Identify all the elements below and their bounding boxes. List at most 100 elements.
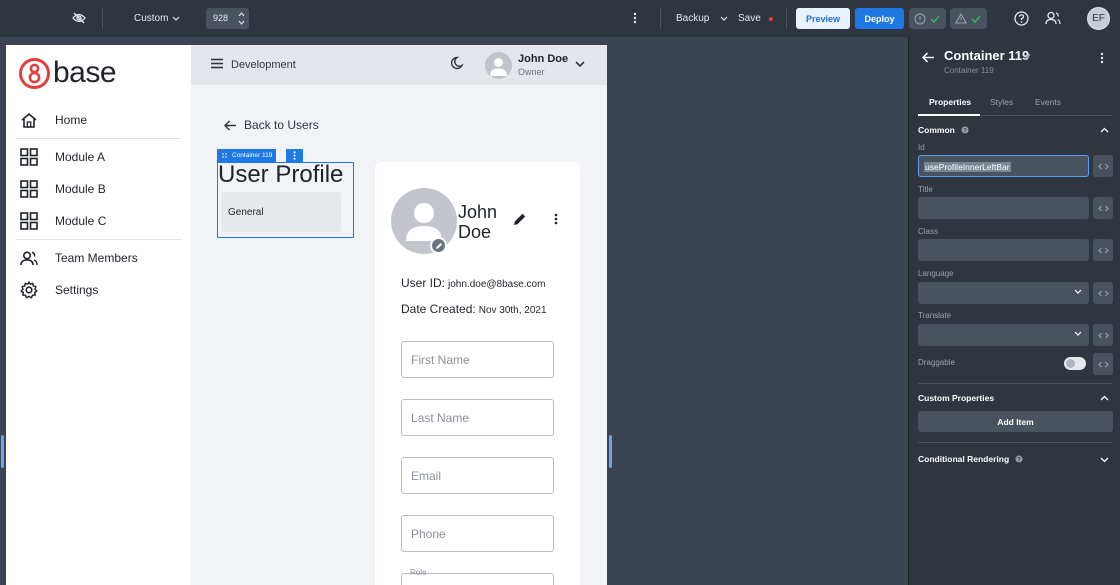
device-mode-label: Custom: [134, 13, 169, 24]
translate-select[interactable]: [918, 324, 1089, 346]
team-icon[interactable]: [1045, 11, 1061, 25]
canvas-resize-handle-right[interactable]: [609, 435, 612, 468]
panel-more-icon[interactable]: [1100, 52, 1104, 64]
first-name-field[interactable]: First Name: [401, 341, 554, 378]
code-binding-icon[interactable]: [1093, 155, 1113, 177]
header-user-role: Owner: [518, 67, 545, 77]
sidebar-item-label: Module C: [55, 214, 107, 228]
more-options-icon[interactable]: [554, 213, 558, 225]
sidebar-item-label: Home: [55, 113, 88, 127]
first-name-placeholder: First Name: [411, 353, 470, 367]
top-toolbar: Custom 928 Backup Save Preview Deploy EF: [0, 0, 1120, 37]
sidebar-item-home[interactable]: Home: [20, 108, 87, 132]
arrow-left-icon: [224, 120, 236, 130]
date-created-value: Nov 30th, 2021: [478, 305, 547, 316]
code-binding-icon[interactable]: [1093, 324, 1113, 346]
phone-field[interactable]: Phone: [401, 515, 554, 552]
info-icon: ?: [961, 126, 969, 134]
last-name-field[interactable]: Last Name: [401, 399, 554, 436]
tab-properties[interactable]: Properties: [929, 97, 971, 107]
svg-text:?: ?: [963, 128, 967, 134]
header-user-name: John Doe: [518, 53, 569, 65]
deploy-button[interactable]: Deploy: [855, 8, 904, 29]
back-to-users-link[interactable]: Back to Users: [224, 118, 319, 132]
logo-wordmark: base: [53, 56, 117, 89]
chevron-down-icon[interactable]: [575, 61, 585, 68]
role-label: Role: [410, 568, 427, 577]
sidebar-item-team-members[interactable]: Team Members: [20, 246, 138, 270]
hamburger-icon[interactable]: [210, 58, 224, 69]
general-tab[interactable]: General: [221, 192, 341, 232]
backup-label: Backup: [676, 13, 710, 24]
conditional-rendering-header[interactable]: Conditional Rendering ?: [918, 454, 1023, 464]
grid-icon: [20, 180, 38, 198]
sidebar-item-module-c[interactable]: Module C: [20, 209, 106, 233]
canvas-width-input[interactable]: 928: [206, 8, 249, 29]
language-select[interactable]: [918, 282, 1089, 304]
panel-divider: [918, 442, 1112, 443]
toolbar-divider: [660, 8, 661, 29]
backup-menu[interactable]: Backup: [676, 13, 728, 24]
code-binding-icon[interactable]: [1093, 353, 1113, 375]
email-field[interactable]: Email: [401, 457, 554, 494]
profile-last-name: Doe: [458, 222, 492, 242]
user-id-row: User ID: john.doe@8base.com: [401, 276, 545, 290]
sidebar-item-label: Team Members: [55, 251, 138, 265]
common-section-label: Common: [918, 125, 955, 135]
code-binding-icon[interactable]: [1093, 282, 1113, 304]
sidebar-item-label: Module B: [55, 182, 106, 196]
class-input[interactable]: [918, 239, 1089, 261]
user-avatar[interactable]: [485, 52, 512, 79]
logo-mark-icon: [19, 57, 50, 89]
rename-pencil-icon[interactable]: [1023, 52, 1032, 61]
common-section-header[interactable]: Common ?: [918, 125, 969, 135]
code-binding-icon[interactable]: [1093, 197, 1113, 219]
active-tab-indicator: [918, 114, 980, 116]
drag-handle-icon: [222, 153, 227, 158]
tab-events[interactable]: Events: [1035, 97, 1061, 107]
check-icon: [930, 15, 940, 23]
user-id-value: john.doe@8base.com: [448, 279, 546, 290]
add-item-button[interactable]: Add Item: [918, 411, 1113, 432]
stepper-icon[interactable]: [238, 10, 245, 27]
sidebar-item-module-b[interactable]: Module B: [20, 177, 106, 201]
tab-styles[interactable]: Styles: [990, 97, 1013, 107]
draggable-toggle[interactable]: [1064, 357, 1086, 370]
chevron-up-icon[interactable]: [1100, 395, 1109, 401]
id-input-value: useProfileInnerLeftBar: [924, 162, 1011, 172]
moon-icon[interactable]: [451, 56, 465, 70]
help-icon[interactable]: [1014, 11, 1029, 26]
account-avatar[interactable]: EF: [1087, 7, 1110, 30]
warnings-status[interactable]: [950, 8, 987, 29]
info-icon: ?: [1015, 455, 1023, 463]
save-button[interactable]: Save: [738, 13, 773, 24]
sidebar-item-module-a[interactable]: Module A: [20, 145, 105, 169]
panel-divider: [918, 383, 1112, 384]
selected-container[interactable]: User Profile General: [217, 161, 354, 238]
sidebar-divider: [16, 138, 181, 139]
component-title: Container 119: [944, 48, 1030, 63]
conditional-rendering-label: Conditional Rendering: [918, 454, 1010, 464]
chevron-down-icon: [173, 16, 180, 21]
title-input[interactable]: [918, 197, 1089, 219]
custom-properties-label: Custom Properties: [918, 393, 995, 403]
edit-avatar-button[interactable]: [430, 237, 447, 254]
sidebar-item-settings[interactable]: Settings: [20, 278, 98, 302]
chevron-up-icon[interactable]: [1100, 127, 1109, 133]
svg-text:?: ?: [1017, 457, 1021, 463]
builder-canvas: base Home Module A Module B Module C Tea…: [6, 45, 607, 585]
hide-eye-icon[interactable]: [72, 12, 86, 24]
save-label: Save: [738, 13, 761, 24]
chevron-down-icon[interactable]: [1100, 457, 1109, 463]
device-mode-select[interactable]: Custom: [134, 13, 180, 24]
custom-properties-header[interactable]: Custom Properties: [918, 393, 994, 403]
title-label: Title: [918, 185, 933, 194]
pencil-icon[interactable]: [513, 212, 527, 226]
id-input[interactable]: useProfileInnerLeftBar: [918, 155, 1089, 177]
canvas-resize-handle-left[interactable]: [1, 435, 4, 468]
more-options-icon[interactable]: [633, 12, 637, 24]
arrow-left-icon[interactable]: [922, 52, 935, 63]
code-binding-icon[interactable]: [1093, 239, 1113, 261]
errors-status[interactable]: [909, 8, 946, 29]
preview-button[interactable]: Preview: [796, 8, 850, 29]
